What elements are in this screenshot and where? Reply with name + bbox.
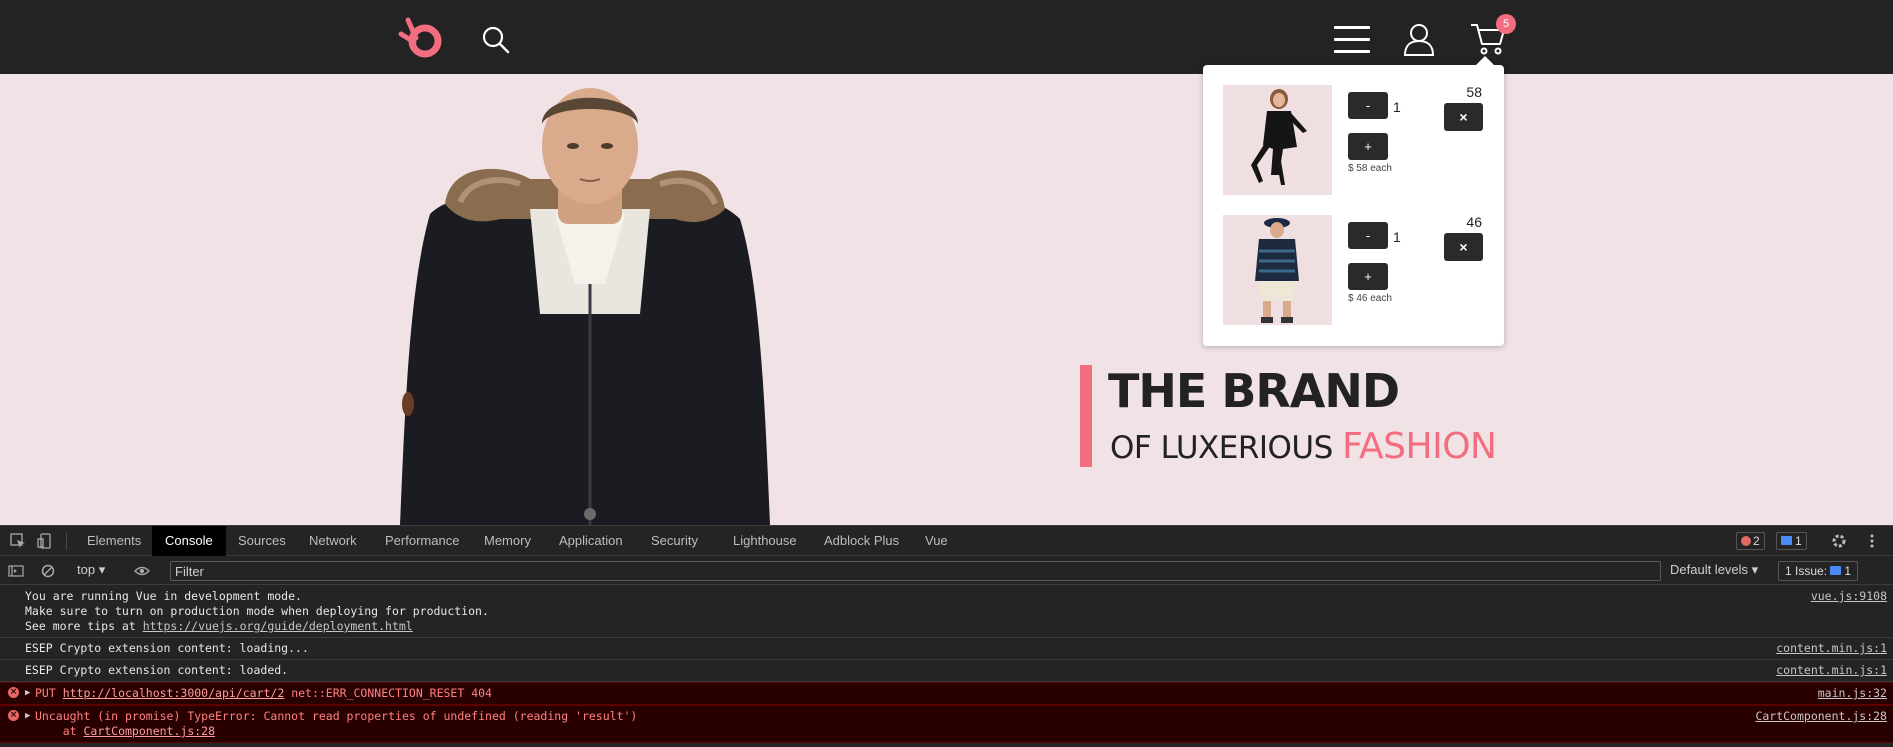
message-source-link[interactable]: content.min.js:1: [1776, 641, 1887, 656]
search-icon[interactable]: [480, 24, 512, 56]
message-source-link[interactable]: main.js:32: [1818, 686, 1887, 701]
message-count: 1: [1795, 534, 1802, 548]
tab-vue[interactable]: Vue: [912, 526, 961, 556]
error-icon: [1741, 536, 1751, 546]
log-levels-label: Default levels: [1670, 562, 1749, 577]
message-source-link[interactable]: content.min.js:1: [1776, 663, 1887, 678]
message-text: ESEP Crypto extension content: loading..…: [25, 641, 309, 655]
hamburger-menu-icon[interactable]: [1334, 26, 1370, 56]
increase-quantity-button[interactable]: +: [1348, 133, 1388, 160]
console-toolbar: top ▾ Default levels ▾ 1 Issue: 1: [0, 556, 1893, 585]
console-filter-input[interactable]: [170, 561, 1661, 581]
console-error-message: × ▶ PUT http://localhost:3000/api/cart/2 n…: [0, 682, 1893, 705]
chevron-down-icon: ▾: [98, 562, 106, 577]
quantity-value: 1: [1393, 99, 1401, 115]
issues-label: 1 Issue:: [1785, 564, 1828, 578]
console-message: ESEP Crypto extension content: loaded. co…: [0, 660, 1893, 682]
expand-triangle-icon[interactable]: ▶: [25, 709, 30, 724]
hero-subtitle-prefix: OF LUXERIOUS: [1110, 430, 1343, 466]
console-messages: You are running Vue in development mode.…: [0, 586, 1893, 743]
message-source-link[interactable]: vue.js:9108: [1811, 589, 1887, 604]
message-source-link[interactable]: CartComponent.js:28: [1755, 709, 1887, 724]
message-text: net::ERR_CONNECTION_RESET 404: [284, 686, 492, 700]
remove-item-button[interactable]: ×: [1444, 233, 1483, 261]
message-count-badge[interactable]: 1: [1776, 532, 1807, 550]
tab-console[interactable]: Console: [152, 526, 226, 556]
eye-icon[interactable]: [134, 563, 150, 579]
line-price: 46: [1466, 214, 1482, 230]
message-text: Make sure to turn on production mode whe…: [25, 604, 489, 618]
toolbar-divider: [66, 532, 67, 550]
clear-console-icon[interactable]: [40, 563, 56, 579]
error-count: 2: [1753, 534, 1760, 548]
decrease-quantity-button[interactable]: -: [1348, 222, 1388, 249]
cart-dropdown: - 1 + $ 58 each 58 × - 1 + $ 46 each 46 …: [1203, 56, 1504, 346]
tab-security[interactable]: Security: [638, 526, 711, 556]
settings-gear-icon[interactable]: [1831, 533, 1847, 549]
hero-model-image: [390, 84, 790, 525]
unit-price-text: $ 46 each: [1348, 293, 1392, 304]
error-count-badge[interactable]: 2: [1736, 532, 1765, 550]
message-text: You are running Vue in development mode.: [25, 589, 302, 603]
unit-price-text: $ 58 each: [1348, 163, 1392, 174]
brand-logo-icon[interactable]: [398, 16, 444, 58]
decrease-quantity-button[interactable]: -: [1348, 92, 1388, 119]
message-text: PUT: [35, 686, 63, 700]
line-price: 58: [1466, 84, 1482, 100]
cart-count-badge: 5: [1496, 14, 1516, 34]
message-link[interactable]: https://vuejs.org/guide/deployment.html: [143, 619, 413, 633]
hero-subtitle: OF LUXERIOUS FASHION: [1110, 426, 1497, 467]
tab-sources[interactable]: Sources: [225, 526, 299, 556]
cart-item: - 1 + $ 58 each 58 ×: [1203, 65, 1504, 195]
console-error-message: × ▶ Uncaught (in promise) TypeError: Canno…: [0, 705, 1893, 743]
message-text: ESEP Crypto extension content: loaded.: [25, 663, 289, 677]
error-icon: ×: [8, 710, 19, 721]
tab-performance[interactable]: Performance: [372, 526, 472, 556]
tab-lighthouse[interactable]: Lighthouse: [720, 526, 810, 556]
message-text: at: [35, 724, 84, 738]
console-message: ESEP Crypto extension content: loading..…: [0, 638, 1893, 660]
context-selector[interactable]: top ▾: [77, 562, 105, 578]
cart-item: - 1 + $ 46 each 46 ×: [1203, 195, 1504, 325]
message-text: Uncaught (in promise) TypeError: Cannot …: [35, 709, 638, 723]
message-icon: [1781, 536, 1792, 545]
hero-banner: THE BRAND OF LUXERIOUS FASHION: [0, 74, 1893, 525]
tab-network[interactable]: Network: [296, 526, 370, 556]
inspect-element-icon[interactable]: [10, 533, 26, 549]
devtools-panel: Elements Console Sources Network Perform…: [0, 525, 1893, 747]
log-levels-dropdown[interactable]: Default levels ▾: [1670, 562, 1758, 578]
cart-item-image[interactable]: [1223, 85, 1332, 195]
expand-triangle-icon[interactable]: ▶: [25, 686, 30, 701]
tab-elements[interactable]: Elements: [74, 526, 154, 556]
increase-quantity-button[interactable]: +: [1348, 263, 1388, 290]
site-header: 5: [0, 0, 1893, 74]
brand-accent-bar: [1080, 365, 1092, 467]
message-link[interactable]: http://localhost:3000/api/cart/2: [63, 686, 285, 700]
error-icon: ×: [8, 687, 19, 698]
hero-title: THE BRAND: [1108, 364, 1400, 418]
message-text: See more tips at: [25, 619, 143, 633]
chevron-down-icon: ▾: [1751, 562, 1759, 577]
issues-badge[interactable]: 1 Issue: 1: [1778, 561, 1859, 581]
tab-adblock-plus[interactable]: Adblock Plus: [811, 526, 912, 556]
sidebar-toggle-icon[interactable]: [8, 563, 24, 579]
device-toolbar-icon[interactable]: [37, 533, 53, 549]
context-label: top: [77, 562, 96, 577]
tab-application[interactable]: Application: [546, 526, 636, 556]
issue-icon: [1830, 566, 1842, 575]
issues-count: 1: [1844, 564, 1852, 578]
tab-memory[interactable]: Memory: [471, 526, 544, 556]
quantity-value: 1: [1393, 229, 1401, 245]
hero-subtitle-accent: FASHION: [1342, 426, 1497, 467]
message-link[interactable]: CartComponent.js:28: [83, 724, 215, 738]
more-options-icon[interactable]: [1864, 533, 1880, 549]
console-message: You are running Vue in development mode.…: [0, 586, 1893, 638]
devtools-tab-bar: Elements Console Sources Network Perform…: [0, 526, 1893, 556]
remove-item-button[interactable]: ×: [1444, 103, 1483, 131]
cart-item-image[interactable]: [1223, 215, 1332, 325]
user-icon[interactable]: [1402, 22, 1436, 56]
